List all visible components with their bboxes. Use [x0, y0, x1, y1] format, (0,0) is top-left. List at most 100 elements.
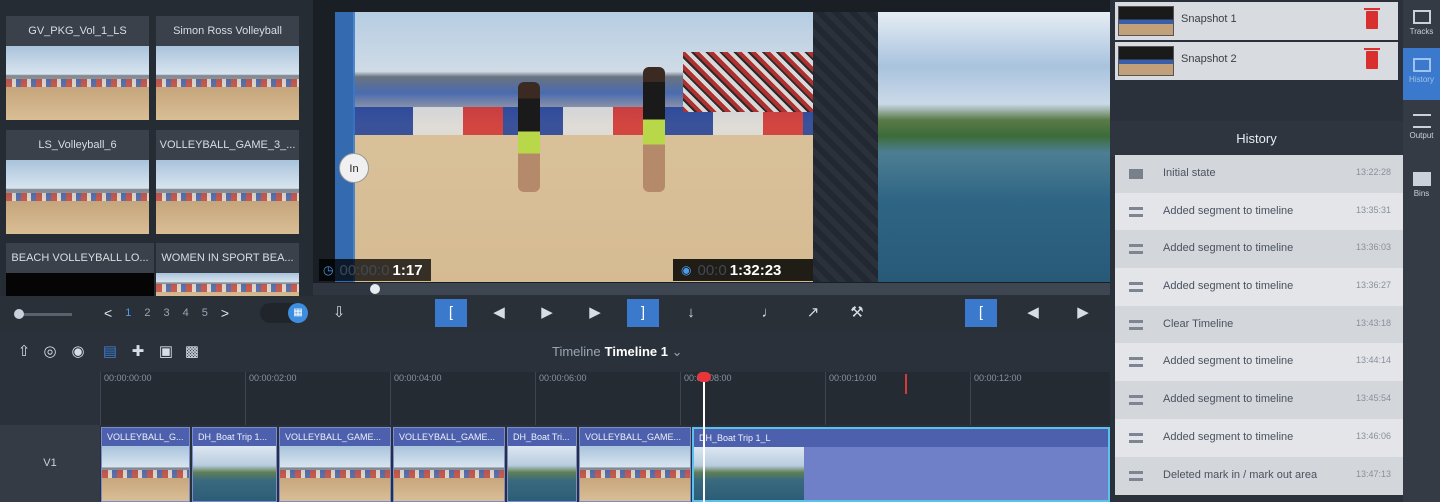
arrow-down-icon: ↓	[687, 304, 695, 321]
timeline-title[interactable]: Timeline Timeline 1 ⌄	[552, 344, 683, 360]
clip-thumbnail	[156, 160, 299, 234]
grid-view-toggle[interactable]: ▦	[260, 303, 308, 323]
ruler-track-header	[0, 372, 100, 425]
slider-handle[interactable]	[14, 309, 24, 319]
step-back-button[interactable]: ◀	[483, 299, 515, 327]
history-icon	[1412, 58, 1431, 72]
snapshot-icon: ⇩	[332, 304, 346, 321]
volume-icon: ♩	[761, 304, 777, 321]
history-row[interactable]: Initial state 13:22:28	[1115, 155, 1403, 193]
settings-button[interactable]: ⚒	[841, 299, 873, 327]
snapshot-button[interactable]: ⇩	[323, 299, 355, 327]
page-4[interactable]: 4	[183, 307, 189, 319]
timeline-segment[interactable]: VOLLEYBALL_G...	[101, 427, 190, 502]
history-row[interactable]: Added segment to timeline 13:36:03	[1115, 230, 1403, 268]
record-timecode: ◉ 00:0 1:32:23	[673, 259, 813, 281]
playhead-line[interactable]	[703, 372, 705, 502]
next-page-button[interactable]: >	[221, 305, 229, 321]
add-audio-icon[interactable]: ◉	[68, 342, 88, 362]
snapshot-thumbnail	[1118, 46, 1174, 76]
empty-frame-area	[813, 12, 878, 282]
bin-clip[interactable]: VOLLEYBALL_GAME_3_...	[156, 130, 299, 234]
export-icon[interactable]: ⇧	[14, 342, 34, 362]
history-time: 13:44:14	[1355, 355, 1391, 365]
rail-bins[interactable]: Bins	[1403, 172, 1440, 212]
timeline-segment[interactable]: DH_Boat Trip 1...	[192, 427, 277, 502]
source-video-frame	[353, 12, 813, 282]
rail-history[interactable]: History	[1403, 48, 1440, 100]
rail-output[interactable]: Output	[1403, 114, 1440, 154]
clip-name: WOMEN IN SPORT BEA...	[156, 243, 299, 273]
timeline-segment[interactable]: VOLLEYBALL_GAME...	[279, 427, 391, 502]
history-time: 13:43:18	[1355, 318, 1391, 328]
scrub-bar[interactable]	[313, 283, 1110, 295]
history-row[interactable]: Added segment to timeline 13:35:31	[1115, 193, 1403, 231]
history-row[interactable]: Added segment to timeline 13:46:06	[1115, 419, 1403, 457]
history-row[interactable]: Clear Timeline 13:43:18	[1115, 306, 1403, 344]
snapshot-item[interactable]: Snapshot 2	[1115, 42, 1398, 80]
record-icon[interactable]: ◎	[40, 342, 60, 362]
page-2[interactable]: 2	[144, 307, 150, 319]
fullscreen-button[interactable]: ↗	[797, 299, 829, 327]
record-mark-in-button[interactable]: [	[965, 299, 997, 327]
bin-clip[interactable]: LS_Volleyball_6	[6, 130, 149, 234]
scrub-handle[interactable]	[370, 284, 380, 294]
timeline-toolbar: ⇧ ◎ ◉ ▤ ✚ ▣ ▩ Timeline Timeline 1 ⌄	[0, 332, 1110, 372]
page-1[interactable]: 1	[125, 307, 131, 319]
thumbnail-size-slider[interactable]	[16, 313, 72, 316]
insert-button[interactable]: ↓	[675, 299, 707, 327]
segment-icon	[1129, 244, 1143, 254]
document-icon	[1129, 169, 1143, 179]
segment-name: VOLLEYBALL_GAME...	[580, 428, 690, 446]
clip-thumbnail	[6, 46, 149, 120]
tracks-icon[interactable]: ▣	[156, 342, 176, 362]
clip-name: GV_PKG_Vol_1_LS	[6, 16, 149, 46]
mark-in-button[interactable]: [	[435, 299, 467, 327]
athlete-figure	[518, 82, 540, 192]
bin-clip[interactable]: BEACH VOLLEYBALL LO...	[6, 243, 154, 297]
rail-label: Tracks	[1409, 27, 1434, 36]
page-5[interactable]: 5	[202, 307, 208, 319]
history-title: History	[1110, 121, 1403, 157]
playhead-handle[interactable]	[697, 372, 711, 382]
trash-icon[interactable]	[1364, 48, 1380, 69]
in-point-badge[interactable]: In	[339, 153, 369, 183]
crowd	[683, 52, 813, 112]
editor-window: GV_PKG_Vol_1_LS Simon Ross Volleyball LS…	[0, 0, 1440, 502]
source-viewer[interactable]: In ◷ 00:00:0 1:17 ◉ 00:0 1:32:23	[313, 0, 878, 282]
history-row[interactable]: Added segment to timeline 13:45:54	[1115, 381, 1403, 419]
snapshot-item[interactable]: Snapshot 1	[1115, 2, 1398, 40]
timeline-segment[interactable]: DH_Boat Tri...	[507, 427, 577, 502]
record-viewer[interactable]	[878, 12, 1110, 282]
prev-page-button[interactable]: <	[104, 305, 112, 321]
play-button[interactable]: ▶	[531, 299, 563, 327]
bin-clip[interactable]: Simon Ross Volleyball	[156, 16, 299, 120]
bin-clip[interactable]: WOMEN IN SPORT BEA...	[156, 243, 299, 297]
history-row[interactable]: Deleted mark in / mark out area 13:47:13	[1115, 457, 1403, 495]
add-marker-icon[interactable]: ✚	[128, 342, 148, 362]
timeline-segment[interactable]: VOLLEYBALL_GAME...	[579, 427, 691, 502]
chevron-down-icon: ⌄	[671, 344, 683, 359]
history-row[interactable]: Added segment to timeline 13:44:14	[1115, 343, 1403, 381]
record-step-back-button[interactable]: ◀	[1017, 299, 1049, 327]
scrub-progress	[313, 283, 373, 295]
record-play-button[interactable]: ▶	[1067, 299, 1099, 327]
clip-thumbnail	[6, 273, 154, 297]
mark-out-button[interactable]: ]	[627, 299, 659, 327]
clip-bin: GV_PKG_Vol_1_LS Simon Ross Volleyball LS…	[0, 0, 313, 332]
list-icon[interactable]: ▤	[100, 342, 120, 362]
history-row[interactable]: Added segment to timeline 13:36:27	[1115, 268, 1403, 306]
timeline-segment[interactable]: VOLLEYBALL_GAME...	[393, 427, 505, 502]
timeline-ruler[interactable]: 00:00:00:00 00:00:02:00 00:00:04:00 00:0…	[0, 372, 1110, 425]
bin-clip[interactable]: GV_PKG_Vol_1_LS	[6, 16, 149, 120]
rail-tracks[interactable]: Tracks	[1403, 6, 1440, 46]
ruler-tick: 00:00:04:00	[390, 372, 442, 425]
timeline-segment-selected[interactable]: DH_Boat Trip 1_L	[692, 427, 1110, 502]
levels-icon[interactable]: ▩	[182, 342, 202, 362]
page-3[interactable]: 3	[163, 307, 169, 319]
folder-icon	[1412, 172, 1431, 186]
step-forward-button[interactable]: ▶	[579, 299, 611, 327]
segment-name: VOLLEYBALL_GAME...	[394, 428, 504, 446]
trash-icon[interactable]	[1364, 8, 1380, 29]
volume-button[interactable]: ♩	[753, 299, 785, 327]
